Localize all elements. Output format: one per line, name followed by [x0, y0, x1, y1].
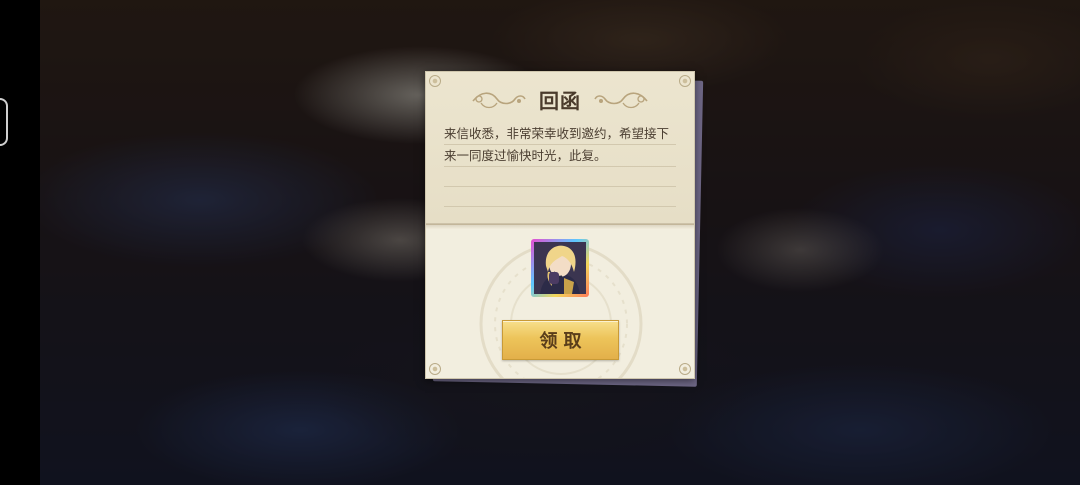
flourish-right-icon: [594, 92, 648, 109]
letter-line: [444, 206, 676, 207]
letter-body: 来信收悉，非常荣幸收到邀约，希望接下来一同度过愉快时光，此复。: [444, 126, 670, 163]
claim-button[interactable]: 领取: [502, 320, 619, 360]
corner-ornament-icon: [679, 75, 691, 87]
game-screen: 回函 来信收悉，非常荣幸收到邀约，希望接下来一同度过愉快时光，此复。 领取: [0, 0, 1080, 485]
corner-ornament-icon: [679, 363, 691, 375]
flourish-left-icon: [472, 92, 526, 109]
letter-line: [444, 186, 676, 187]
reply-letter-card: 回函 来信收悉，非常荣幸收到邀约，希望接下来一同度过愉快时光，此复。 领取: [425, 71, 695, 379]
letter-top-section: 回函 来信收悉，非常荣幸收到邀约，希望接下来一同度过愉快时光，此复。: [426, 72, 694, 225]
letter-title: 回函: [539, 88, 581, 113]
corner-ornament-icon: [429, 75, 441, 87]
corner-ornament-icon: [429, 363, 441, 375]
letter-line: [444, 166, 676, 167]
letter-line: [444, 144, 676, 145]
side-handle-icon[interactable]: [0, 98, 8, 146]
character-portrait-blonde-icon: [534, 242, 586, 294]
letter-header: 回函: [426, 84, 694, 114]
system-side-bar: [0, 0, 40, 485]
reward-section: 领取: [426, 229, 694, 378]
reward-character-avatar[interactable]: [531, 239, 589, 297]
